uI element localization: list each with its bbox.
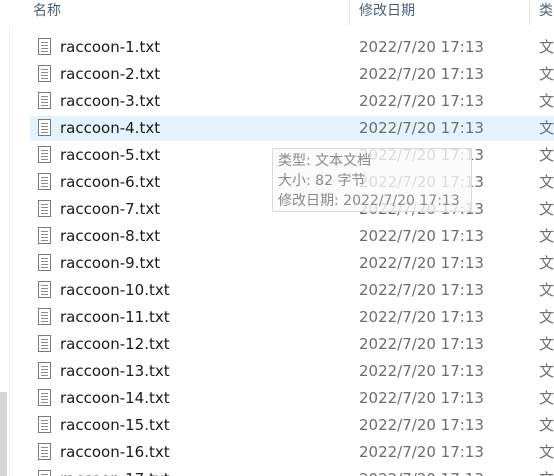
file-name[interactable]: raccoon-1.txt <box>60 34 160 61</box>
file-row[interactable]: raccoon-16.txt 2022/7/20 17:13 文 <box>0 439 554 466</box>
file-date-modified: 2022/7/20 17:13 <box>359 443 484 461</box>
file-type: 文 <box>539 173 554 191</box>
file-list: raccoon-1.txt 2022/7/20 17:13 文 raccoon-2.t… <box>0 34 554 476</box>
file-row[interactable]: raccoon-12.txt 2022/7/20 17:13 文 <box>0 331 554 358</box>
tooltip-size-line: 大小: 82 字节 <box>278 173 366 189</box>
file-row[interactable]: raccoon-13.txt 2022/7/20 17:13 文 <box>0 358 554 385</box>
text-file-icon <box>38 416 51 433</box>
file-row[interactable]: raccoon-14.txt 2022/7/20 17:13 文 <box>0 385 554 412</box>
file-row[interactable]: raccoon-2.txt 2022/7/20 17:13 文 <box>0 61 554 88</box>
file-info-tooltip: 类型: 文本文档 大小: 82 字节 修改日期: 2022/7/20 17:13 <box>272 148 472 212</box>
column-header-name[interactable]: 名称 <box>33 0 353 24</box>
column-header-type[interactable]: 类 <box>539 0 554 24</box>
file-row[interactable]: raccoon-8.txt 2022/7/20 17:13 文 <box>0 223 554 250</box>
file-explorer-window: 名称 修改日期 类 raccoon-1.txt 2022/7/20 17:13 文 r… <box>0 0 554 476</box>
file-name[interactable]: raccoon-7.txt <box>60 196 160 223</box>
file-row[interactable]: raccoon-9.txt 2022/7/20 17:13 文 <box>0 250 554 277</box>
file-type: 文 <box>539 362 554 380</box>
file-row[interactable]: raccoon-15.txt 2022/7/20 17:13 文 <box>0 412 554 439</box>
text-file-icon <box>38 362 51 379</box>
file-date-modified: 2022/7/20 17:13 <box>359 119 484 137</box>
file-date-modified: 2022/7/20 17:13 <box>359 227 484 245</box>
file-row[interactable]: raccoon-3.txt 2022/7/20 17:13 文 <box>0 88 554 115</box>
file-date-modified: 2022/7/20 17:13 <box>359 92 484 110</box>
file-date-modified: 2022/7/20 17:13 <box>359 389 484 407</box>
column-divider[interactable] <box>529 0 530 26</box>
file-type: 文 <box>539 200 554 218</box>
file-row[interactable]: raccoon-10.txt 2022/7/20 17:13 文 <box>0 277 554 304</box>
file-type: 文 <box>539 335 554 353</box>
file-name[interactable]: raccoon-4.txt <box>60 115 160 142</box>
text-file-icon <box>38 200 51 217</box>
file-type: 文 <box>539 254 554 272</box>
file-type: 文 <box>539 146 554 164</box>
file-name[interactable]: raccoon-15.txt <box>60 412 170 439</box>
file-name[interactable]: raccoon-6.txt <box>60 169 160 196</box>
text-file-icon <box>38 308 51 325</box>
file-date-modified: 2022/7/20 17:13 <box>359 254 484 272</box>
file-date-modified: 2022/7/20 17:13 <box>359 416 484 434</box>
tooltip-type-line: 类型: 文本文档 <box>278 153 372 169</box>
file-type: 文 <box>539 38 554 56</box>
text-file-icon <box>38 146 51 163</box>
file-name[interactable]: raccoon-11.txt <box>60 304 170 331</box>
file-name[interactable]: raccoon-2.txt <box>60 61 160 88</box>
file-type: 文 <box>539 92 554 110</box>
text-file-icon <box>38 38 51 55</box>
file-date-modified: 2022/7/20 17:13 <box>359 65 484 83</box>
file-date-modified: 2022/7/20 17:13 <box>359 335 484 353</box>
file-name[interactable]: raccoon-17.txt <box>60 466 170 476</box>
file-type: 文 <box>539 443 554 461</box>
file-name[interactable]: raccoon-13.txt <box>60 358 170 385</box>
file-name[interactable]: raccoon-10.txt <box>60 277 170 304</box>
text-file-icon <box>38 281 51 298</box>
file-date-modified: 2022/7/20 17:13 <box>359 38 484 56</box>
text-file-icon <box>38 173 51 190</box>
file-name[interactable]: raccoon-16.txt <box>60 439 170 466</box>
file-date-modified: 2022/7/20 17:13 <box>359 308 484 326</box>
file-row[interactable]: raccoon-11.txt 2022/7/20 17:13 文 <box>0 304 554 331</box>
text-file-icon <box>38 470 51 476</box>
file-date-modified: 2022/7/20 17:13 <box>359 362 484 380</box>
file-type: 文 <box>539 466 554 476</box>
file-type: 文 <box>539 65 554 83</box>
file-row[interactable]: raccoon-4.txt 2022/7/20 17:13 文 <box>0 115 554 142</box>
column-header-bar: 名称 修改日期 类 <box>9 0 554 26</box>
file-type: 文 <box>539 227 554 245</box>
text-file-icon <box>38 335 51 352</box>
text-file-icon <box>38 443 51 460</box>
file-name[interactable]: raccoon-8.txt <box>60 223 160 250</box>
file-type: 文 <box>539 119 554 137</box>
file-name[interactable]: raccoon-14.txt <box>60 385 170 412</box>
text-file-icon <box>38 389 51 406</box>
file-type: 文 <box>539 416 554 434</box>
column-divider[interactable] <box>349 0 350 26</box>
column-header-date-modified[interactable]: 修改日期 <box>359 0 529 24</box>
file-date-modified: 2022/7/20 17:13 <box>359 466 484 476</box>
text-file-icon <box>38 65 51 82</box>
file-date-modified: 2022/7/20 17:13 <box>359 281 484 299</box>
text-file-icon <box>38 227 51 244</box>
text-file-icon <box>38 92 51 109</box>
text-file-icon <box>38 119 51 136</box>
file-row[interactable]: raccoon-17.txt 2022/7/20 17:13 文 <box>0 466 554 476</box>
file-type: 文 <box>539 281 554 299</box>
file-row[interactable]: raccoon-1.txt 2022/7/20 17:13 文 <box>0 34 554 61</box>
file-type: 文 <box>539 389 554 407</box>
file-name[interactable]: raccoon-12.txt <box>60 331 170 358</box>
file-name[interactable]: raccoon-9.txt <box>60 250 160 277</box>
text-file-icon <box>38 254 51 271</box>
file-name[interactable]: raccoon-3.txt <box>60 88 160 115</box>
file-name[interactable]: raccoon-5.txt <box>60 142 160 169</box>
file-type: 文 <box>539 308 554 326</box>
tooltip-modified-line: 修改日期: 2022/7/20 17:13 <box>278 193 460 209</box>
